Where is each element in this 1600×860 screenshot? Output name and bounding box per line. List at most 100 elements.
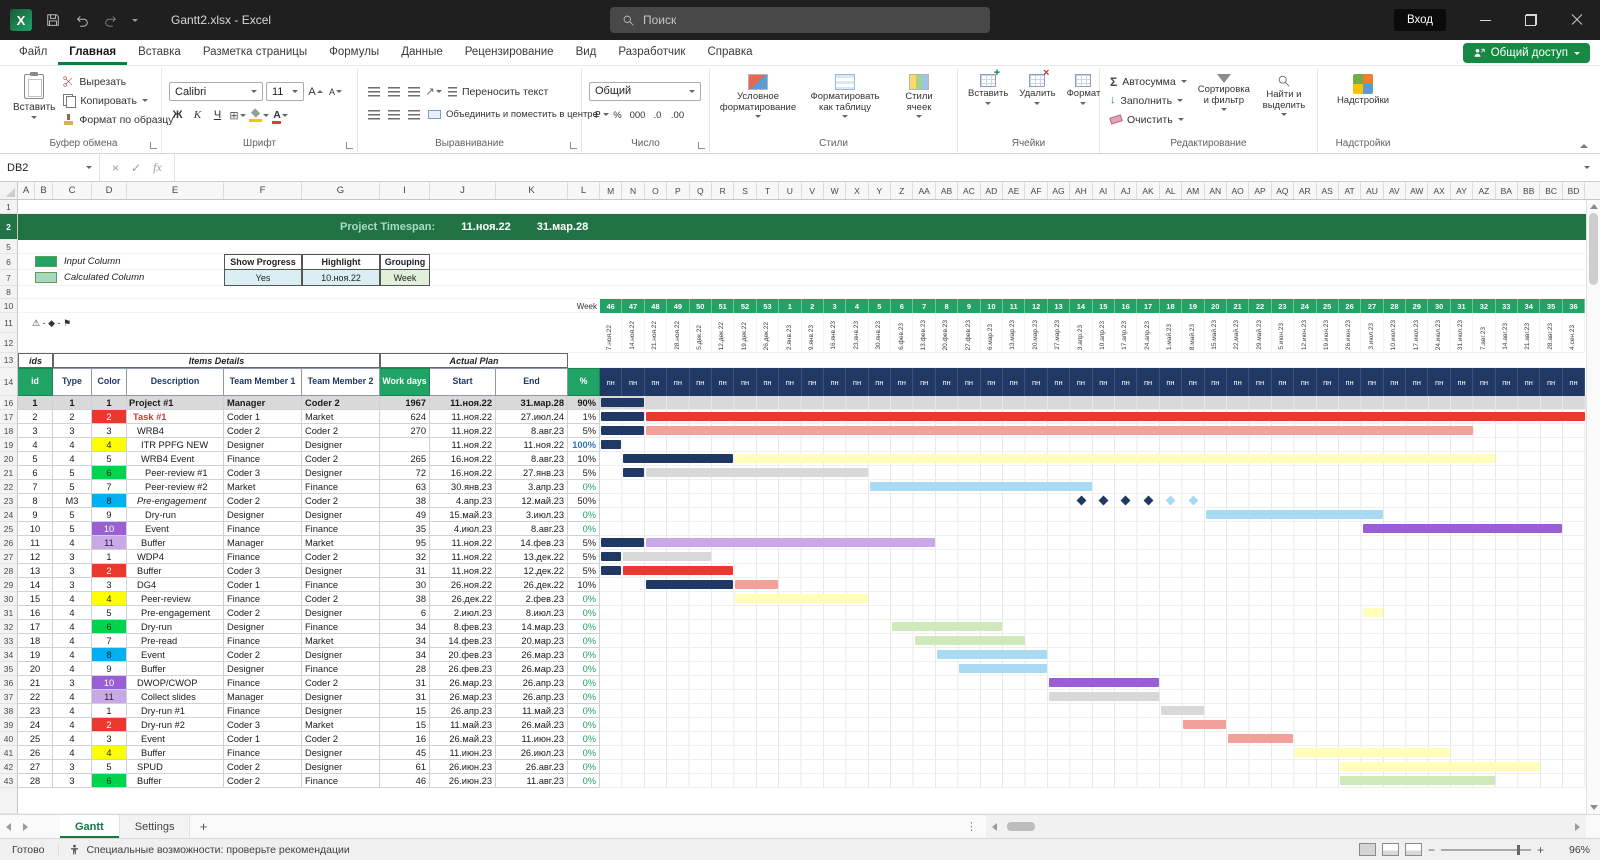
week-date-cell[interactable]: 26.июн.23 [1339, 313, 1362, 352]
cell-percent[interactable]: 5% [568, 466, 600, 480]
cell-percent[interactable]: 0% [568, 522, 600, 536]
week-date-cell[interactable]: 9.янв.23 [802, 313, 824, 352]
cell-end-date[interactable]: 31.мар.28 [496, 396, 568, 410]
cell-start-date[interactable]: 16.ноя.22 [430, 452, 496, 466]
cell-type[interactable]: 4 [53, 718, 92, 732]
week-date-cell[interactable]: 13.фев.23 [913, 313, 936, 352]
col-header[interactable]: P [667, 182, 690, 199]
row-header[interactable]: 24 [0, 508, 18, 522]
format-painter-button[interactable]: Формат по образцу [60, 110, 176, 129]
gantt-row-area[interactable] [600, 550, 1586, 564]
tab-overflow-icon[interactable]: ⋮ [958, 820, 986, 833]
cell-end-date[interactable]: 26.апр.23 [496, 690, 568, 704]
week-date-cell[interactable]: 19.июн.23 [1317, 313, 1339, 352]
col-header[interactable]: I [380, 182, 430, 199]
col-header[interactable]: M [600, 182, 623, 199]
week-number-cell[interactable]: 7 [913, 299, 936, 313]
cell-id[interactable]: 23 [18, 704, 53, 718]
row-header[interactable]: 29 [0, 578, 18, 592]
cell-type[interactable]: 5 [53, 522, 92, 536]
week-number-cell[interactable]: 13 [1047, 299, 1071, 313]
gantt-row-area[interactable] [600, 466, 1586, 480]
row-header[interactable]: 20 [0, 452, 18, 466]
cell-percent[interactable]: 50% [568, 494, 600, 508]
week-date-cell[interactable]: 28.ноя.22 [667, 313, 690, 352]
cell-start-date[interactable]: 26.июн.23 [430, 760, 496, 774]
week-date-cell[interactable]: 1.май.23 [1160, 313, 1183, 352]
cell-work-days[interactable]: 28 [380, 662, 430, 676]
gantt-row-area[interactable] [600, 396, 1586, 410]
cell-start-date[interactable]: 30.янв.23 [430, 480, 496, 494]
vertical-scrollbar[interactable] [1586, 200, 1600, 814]
cell-color[interactable]: 11 [92, 536, 127, 550]
cell-description[interactable]: ITR PPFG NEW [127, 438, 224, 452]
cell-team-member-1[interactable]: Finance [224, 704, 302, 718]
cell-type[interactable]: 4 [53, 746, 92, 760]
delete-cells-button[interactable]: Удалить [1016, 67, 1058, 105]
cell-team-member-2[interactable]: Market [302, 634, 380, 648]
cell-end-date[interactable]: 11.авг.23 [496, 774, 568, 788]
week-date-cell[interactable]: 6.фев.23 [891, 313, 914, 352]
orientation-button[interactable]: ↗ [425, 83, 442, 101]
minimize-button[interactable] [1462, 0, 1508, 40]
cell-team-member-1[interactable]: Manager [224, 690, 302, 704]
row-header[interactable]: 40 [0, 732, 18, 746]
cell-id[interactable]: 11 [18, 536, 53, 550]
week-date-cell[interactable]: 16.янв.23 [824, 313, 847, 352]
cell-description[interactable]: Pre-engagement [127, 494, 224, 508]
col-header[interactable]: G [302, 182, 380, 199]
col-header[interactable]: BD [1563, 182, 1586, 199]
zoom-percent[interactable]: 96% [1560, 844, 1590, 856]
gantt-row-area[interactable] [600, 606, 1586, 620]
cell-id[interactable]: 7 [18, 480, 53, 494]
cell-id[interactable]: 15 [18, 592, 53, 606]
ribbon-tab[interactable]: Разметка страницы [192, 41, 318, 65]
cell-percent[interactable]: 5% [568, 536, 600, 550]
cell-start-date[interactable]: 11.ноя.22 [430, 438, 496, 452]
cell-color[interactable]: 5 [92, 606, 127, 620]
row-header[interactable] [0, 788, 18, 814]
row-header[interactable]: 19 [0, 438, 18, 452]
cell-start-date[interactable]: 4.июл.23 [430, 522, 496, 536]
col-header[interactable]: A [18, 182, 35, 199]
cell-id[interactable]: 24 [18, 718, 53, 732]
week-number-cell[interactable]: 15 [1092, 299, 1115, 313]
cell-start-date[interactable]: 26.апр.23 [430, 704, 496, 718]
cell-work-days[interactable]: 63 [380, 480, 430, 494]
cell-end-date[interactable]: 14.фев.23 [496, 536, 568, 550]
highlight-value[interactable]: 10.ноя.22 [302, 270, 380, 286]
col-header[interactable]: Y [869, 182, 892, 199]
cell-color[interactable]: 4 [92, 592, 127, 606]
cell-type[interactable]: 5 [53, 480, 92, 494]
zoom-out-button[interactable]: − [1428, 843, 1435, 857]
cell-type[interactable]: 4 [53, 592, 92, 606]
cell-team-member-2[interactable]: Market [302, 718, 380, 732]
show-progress-header[interactable]: Show Progress [224, 254, 302, 270]
cell-description[interactable]: Collect slides [127, 690, 224, 704]
cell-work-days[interactable]: 265 [380, 452, 430, 466]
cell-end-date[interactable]: 8.авг.23 [496, 452, 568, 466]
align-center-button[interactable] [385, 106, 402, 124]
cell-start-date[interactable]: 11.июн.23 [430, 746, 496, 760]
col-header[interactable]: AX [1428, 182, 1451, 199]
sign-in-button[interactable]: Вход [1393, 9, 1446, 31]
font-size-select[interactable]: 11 [266, 82, 304, 101]
week-number-cell[interactable]: 30 [1428, 299, 1451, 313]
week-date-cell[interactable]: 8.май.23 [1182, 313, 1205, 352]
cell-team-member-1[interactable]: Finance [224, 592, 302, 606]
cell-percent[interactable]: 0% [568, 690, 600, 704]
week-date-cell[interactable]: 7.ноя.22 [600, 313, 623, 352]
cell-work-days[interactable]: 31 [380, 564, 430, 578]
cell-styles-button[interactable]: Стили ячеек [891, 70, 947, 119]
week-number-cell[interactable]: 51 [711, 299, 735, 313]
gantt-row-area[interactable] [600, 564, 1586, 578]
cell-team-member-2[interactable]: Designer [302, 704, 380, 718]
cell-end-date[interactable]: 26.мар.23 [496, 648, 568, 662]
week-date-cell[interactable]: 17.июл.23 [1406, 313, 1429, 352]
table-column-header[interactable]: Start [430, 368, 496, 396]
cell-work-days[interactable]: 34 [380, 620, 430, 634]
cell-start-date[interactable]: 15.май.23 [430, 508, 496, 522]
col-header[interactable]: AI [1093, 182, 1115, 199]
redo-icon[interactable] [103, 12, 119, 28]
cell-percent[interactable]: 0% [568, 732, 600, 746]
